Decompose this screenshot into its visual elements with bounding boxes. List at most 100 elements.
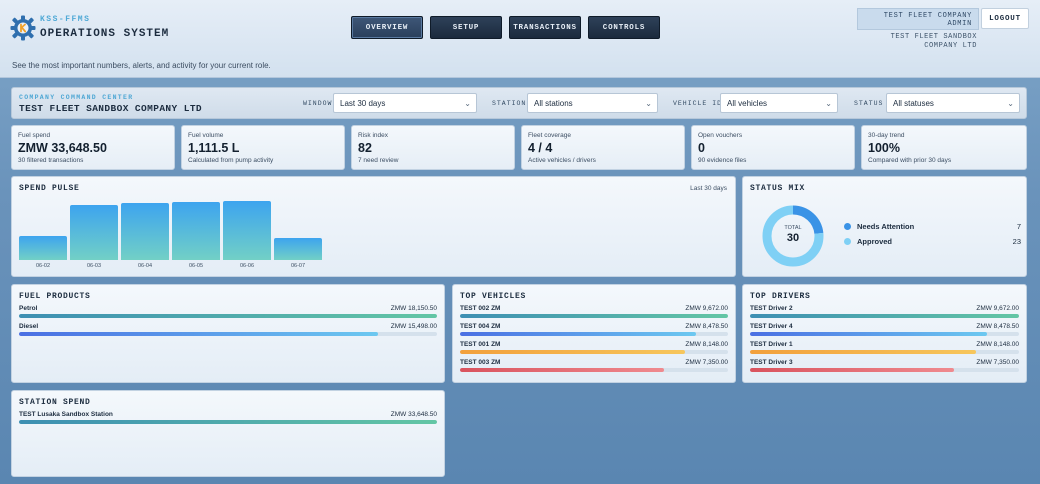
chevron-down-icon: ⌄: [464, 99, 471, 108]
kpi-note: Compared with prior 30 days: [868, 157, 952, 164]
kpi-30-day-trend: 30-day trend 100% Compared with prior 30…: [861, 125, 1027, 170]
row-value: ZMW 7,350.00: [685, 359, 728, 366]
row-progress-fill: [750, 332, 987, 336]
row-progress-track: [460, 350, 728, 354]
row-name: TEST 004 ZM: [460, 323, 501, 330]
station-select[interactable]: All stations ⌄: [527, 93, 658, 113]
row-name: Diesel: [19, 323, 39, 330]
row-progress-fill: [460, 332, 696, 336]
row-name: TEST 001 ZM: [460, 341, 501, 348]
bar-date-label: 06-07: [290, 263, 306, 269]
kpi-label: Risk index: [358, 132, 388, 139]
kpi-open-vouchers: Open vouchers 0 90 evidence files: [691, 125, 855, 170]
brand-title: OPERATIONS SYSTEM: [40, 28, 170, 40]
kpi-label: Fuel volume: [188, 132, 224, 139]
kpi-value: 0: [698, 141, 705, 155]
nav-setup-button[interactable]: SETUP: [430, 16, 502, 39]
donut-total-label: TOTAL: [784, 225, 802, 231]
filter-bar: COMPANY COMMAND CENTER TEST FLEET SANDBO…: [11, 87, 1027, 119]
kpi-value: 1,111.5 L: [188, 141, 240, 155]
row-progress-track: [750, 368, 1019, 372]
vehicle-select-value: All vehicles: [727, 98, 768, 108]
spend-bar: [70, 205, 118, 260]
row-progress-track: [460, 332, 728, 336]
row-value: ZMW 9,672.00: [685, 305, 728, 312]
nav-transactions-button[interactable]: TRANSACTIONS: [509, 16, 581, 39]
legend-approved: Approved: [844, 237, 892, 246]
row-progress-track: [19, 314, 437, 318]
nav-controls-button[interactable]: CONTROLS: [588, 16, 660, 39]
row-value: ZMW 15,498.00: [390, 323, 437, 330]
spend-bar: [19, 236, 67, 260]
row-name: TEST 002 ZM: [460, 305, 501, 312]
bar-date-label: 06-05: [188, 263, 204, 269]
row-progress-fill: [750, 350, 976, 354]
kpi-note: 90 evidence files: [698, 157, 747, 164]
status-select[interactable]: All statuses ⌄: [886, 93, 1020, 113]
company-title: TEST FLEET SANDBOX COMPANY LTD: [19, 103, 203, 114]
row-value: ZMW 8,148.00: [685, 341, 728, 348]
spend-pulse-panel: SPEND PULSE Last 30 days 06-02 06-03 06-04…: [11, 176, 736, 277]
bar-date-label: 06-06: [239, 263, 255, 269]
vehicle-select[interactable]: All vehicles ⌄: [720, 93, 838, 113]
top-drivers-panel: TOP DRIVERS TEST Driver 2 ZMW 9,672.00 TES…: [742, 284, 1027, 383]
window-select[interactable]: Last 30 days ⌄: [333, 93, 477, 113]
kpi-note: 7 need review: [358, 157, 399, 164]
row-name: Petrol: [19, 305, 38, 312]
legend-label: Needs Attention: [857, 222, 915, 231]
kpi-fleet-coverage: Fleet coverage 4 / 4 Active vehicles / d…: [521, 125, 685, 170]
top-vehicles-title: TOP VEHICLES: [460, 292, 527, 301]
kpi-label: Fleet coverage: [528, 132, 571, 139]
spend-pulse-title: SPEND PULSE: [19, 184, 80, 193]
row-progress-track: [750, 350, 1019, 354]
row-value: ZMW 7,350.00: [976, 359, 1019, 366]
status-filter-label: STATUS: [854, 100, 884, 107]
row-progress-fill: [750, 314, 1019, 318]
nav-overview-button[interactable]: OVERVIEW: [351, 16, 423, 39]
user-role-badge: TEST FLEET COMPANY ADMIN: [857, 8, 979, 30]
row-value: ZMW 18,150.50: [390, 305, 437, 312]
legend-count: 7: [1016, 222, 1021, 231]
row-progress-track: [750, 314, 1019, 318]
donut-total-value: 30: [786, 232, 800, 244]
row-progress-track: [460, 368, 728, 372]
bar-date-label: 06-03: [86, 263, 102, 269]
kpi-fuel-volume: Fuel volume 1,111.5 L Calculated from pu…: [181, 125, 345, 170]
chevron-down-icon: ⌄: [825, 99, 832, 108]
window-filter-label: WINDOW: [303, 100, 333, 107]
logout-button[interactable]: LOGOUT: [981, 8, 1029, 29]
chevron-down-icon: ⌄: [645, 99, 652, 108]
legend-label: Approved: [857, 237, 893, 246]
row-value: ZMW 8,148.00: [976, 341, 1019, 348]
row-name: TEST Driver 2: [750, 305, 793, 312]
row-value: ZMW 33,648.50: [390, 411, 437, 418]
row-name: TEST Driver 1: [750, 341, 793, 348]
status-mix-panel: STATUS MIX TOTAL 30 Needs Attention 7 Ap…: [742, 176, 1027, 277]
kpi-value: ZMW 33,648.50: [18, 141, 107, 155]
page-tagline: See the most important numbers, alerts, …: [12, 61, 271, 70]
row-progress-track: [750, 332, 1019, 336]
spend-pulse-chart: 06-02 06-03 06-04 06-05 06-06 06-07: [18, 195, 338, 273]
row-name: TEST Driver 4: [750, 323, 793, 330]
app-header: KSS-FFMS OPERATIONS SYSTEM See the most …: [0, 0, 1040, 78]
spend-bar: [223, 201, 271, 260]
legend-dot: [844, 223, 851, 230]
spend-bar: [172, 202, 220, 260]
row-progress-track: [19, 332, 437, 336]
row-progress-fill: [19, 332, 379, 336]
bar-date-label: 06-04: [137, 263, 153, 269]
station-select-value: All stations: [534, 98, 573, 108]
row-progress-fill: [460, 368, 664, 372]
legend-needs-attention: Needs Attention: [844, 222, 914, 231]
kpi-label: Fuel spend: [18, 132, 51, 139]
row-name: TEST Lusaka Sandbox Station: [19, 411, 113, 418]
main-nav: OVERVIEW SETUP TRANSACTIONS CONTROLS: [351, 16, 660, 39]
spend-pulse-range: Last 30 days: [690, 185, 727, 192]
gear-logo-icon: [10, 15, 36, 41]
row-value: ZMW 8,478.50: [976, 323, 1019, 330]
bar-date-label: 06-02: [35, 263, 51, 269]
row-progress-track: [460, 314, 728, 318]
spend-bar: [121, 203, 169, 260]
station-filter-label: STATION: [492, 100, 527, 107]
fuel-products-title: FUEL PRODUCTS: [19, 292, 91, 301]
